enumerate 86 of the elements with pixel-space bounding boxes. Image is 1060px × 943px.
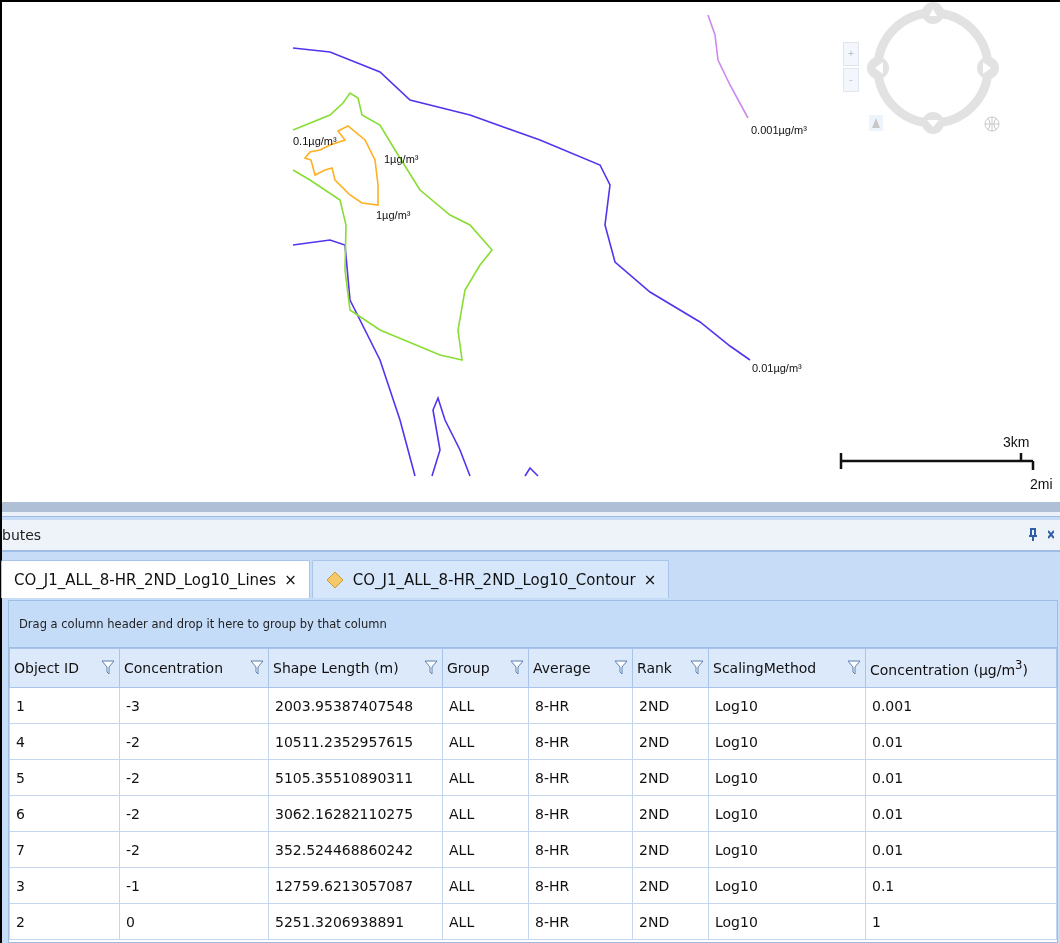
- table-cell: Log10: [708, 687, 866, 724]
- table-cell: 0.01: [865, 831, 1057, 868]
- table-cell: 2ND: [632, 759, 709, 796]
- scale-label: 3km: [1003, 434, 1030, 450]
- diamond-icon: [324, 569, 345, 590]
- table-cell: ALL: [442, 867, 529, 904]
- column-header[interactable]: Rank: [632, 648, 709, 688]
- table-cell: Log10: [708, 795, 866, 832]
- table-cell: 5: [9, 759, 120, 796]
- filter-icon[interactable]: [847, 660, 861, 676]
- column-header[interactable]: Average: [528, 648, 633, 688]
- table-cell: 4: [9, 723, 120, 760]
- table-cell: Log10: [708, 759, 866, 796]
- table-cell: Log10: [708, 723, 866, 760]
- table-cell: -2: [119, 795, 269, 832]
- table-cell: -2: [119, 831, 269, 868]
- contour-label: 0.001µg/m³: [751, 124, 807, 137]
- table-cell: 6: [9, 795, 120, 832]
- group-by-hint: Drag a column header and drop it here to group by that column: [9, 601, 1057, 648]
- table-cell: -2: [119, 759, 269, 796]
- filter-icon[interactable]: [690, 660, 704, 676]
- table-cell: 3: [9, 867, 120, 904]
- filter-icon[interactable]: [614, 660, 628, 676]
- tab[interactable]: CO_J1_ALL_8-HR_2ND_Log10_Contour ×: [311, 560, 670, 598]
- table-cell: 12759.6213057087: [268, 867, 443, 904]
- splitter-bar[interactable]: [2, 500, 1060, 520]
- table-cell: 5105.35510890311: [268, 759, 443, 796]
- scale-label: 2mi: [1030, 476, 1053, 492]
- contour-label: 0.01µg/m³: [752, 362, 802, 375]
- column-header[interactable]: Concentration: [119, 648, 269, 688]
- contour-label: 1µg/m³: [376, 209, 411, 222]
- table-cell: -3: [119, 687, 269, 724]
- table-cell: 1: [865, 903, 1057, 940]
- table-cell: -1: [119, 867, 269, 904]
- table-cell: ALL: [442, 687, 529, 724]
- table-cell: 0.001: [865, 687, 1057, 724]
- table-cell: Log10: [708, 903, 866, 940]
- column-header[interactable]: ScalingMethod: [708, 648, 866, 688]
- table-cell: 8-HR: [528, 831, 633, 868]
- table-cell: 0.01: [865, 759, 1057, 796]
- table-cell: ALL: [442, 723, 529, 760]
- table-cell: 8-HR: [528, 795, 633, 832]
- table-cell: ALL: [442, 759, 529, 796]
- table-cell: 2ND: [632, 867, 709, 904]
- table-cell: 0.01: [865, 723, 1057, 760]
- table-cell: 8-HR: [528, 687, 633, 724]
- column-header[interactable]: Concentration (µg/m$^{3}$): [865, 648, 1057, 688]
- close-icon[interactable]: [1048, 530, 1054, 540]
- table-cell: 8-HR: [528, 867, 633, 904]
- filter-icon[interactable]: [101, 660, 115, 676]
- table-cell: Log10: [708, 831, 866, 868]
- pin-icon[interactable]: [1028, 528, 1038, 542]
- table-cell: 2ND: [632, 723, 709, 760]
- table-cell: 5251.3206938891: [268, 903, 443, 940]
- table-cell: 0: [119, 903, 269, 940]
- table-cell: 1: [9, 687, 120, 724]
- table-cell: ALL: [442, 903, 529, 940]
- table-cell: 0.01: [865, 795, 1057, 832]
- table-cell: 2003.95387407548: [268, 687, 443, 724]
- table-cell: 3062.16282110275: [268, 795, 443, 832]
- table-cell: 8-HR: [528, 903, 633, 940]
- contour-line: [524, 466, 539, 477]
- table-cell: ALL: [442, 831, 529, 868]
- column-header[interactable]: Shape Length (m): [268, 648, 443, 688]
- table-cell: 2ND: [632, 831, 709, 868]
- filter-icon[interactable]: [510, 660, 524, 676]
- column-header[interactable]: Object ID: [9, 648, 120, 688]
- filter-icon[interactable]: [250, 660, 264, 676]
- column-header[interactable]: Group: [442, 648, 529, 688]
- table-cell: 7: [9, 831, 120, 868]
- table-cell: 2ND: [632, 903, 709, 940]
- table-cell: -2: [119, 723, 269, 760]
- table-cell: 10511.2352957615: [268, 723, 443, 760]
- filter-icon[interactable]: [424, 660, 438, 676]
- table-cell: 2ND: [632, 795, 709, 832]
- panel-title: butes: [2, 527, 43, 543]
- table-cell: 352.524468860242: [268, 831, 443, 868]
- table-cell: ALL: [442, 795, 529, 832]
- table-cell: 8-HR: [528, 723, 633, 760]
- table-cell: 8-HR: [528, 759, 633, 796]
- contour-label: 0.1µg/m³: [293, 135, 337, 148]
- tab[interactable]: CO_J1_ALL_8-HR_2ND_Log10_Lines ×: [1, 560, 310, 598]
- table-cell: 2ND: [632, 687, 709, 724]
- table-cell: 2: [9, 903, 120, 940]
- table-cell: 0.1: [865, 867, 1057, 904]
- table-cell: Log10: [708, 867, 866, 904]
